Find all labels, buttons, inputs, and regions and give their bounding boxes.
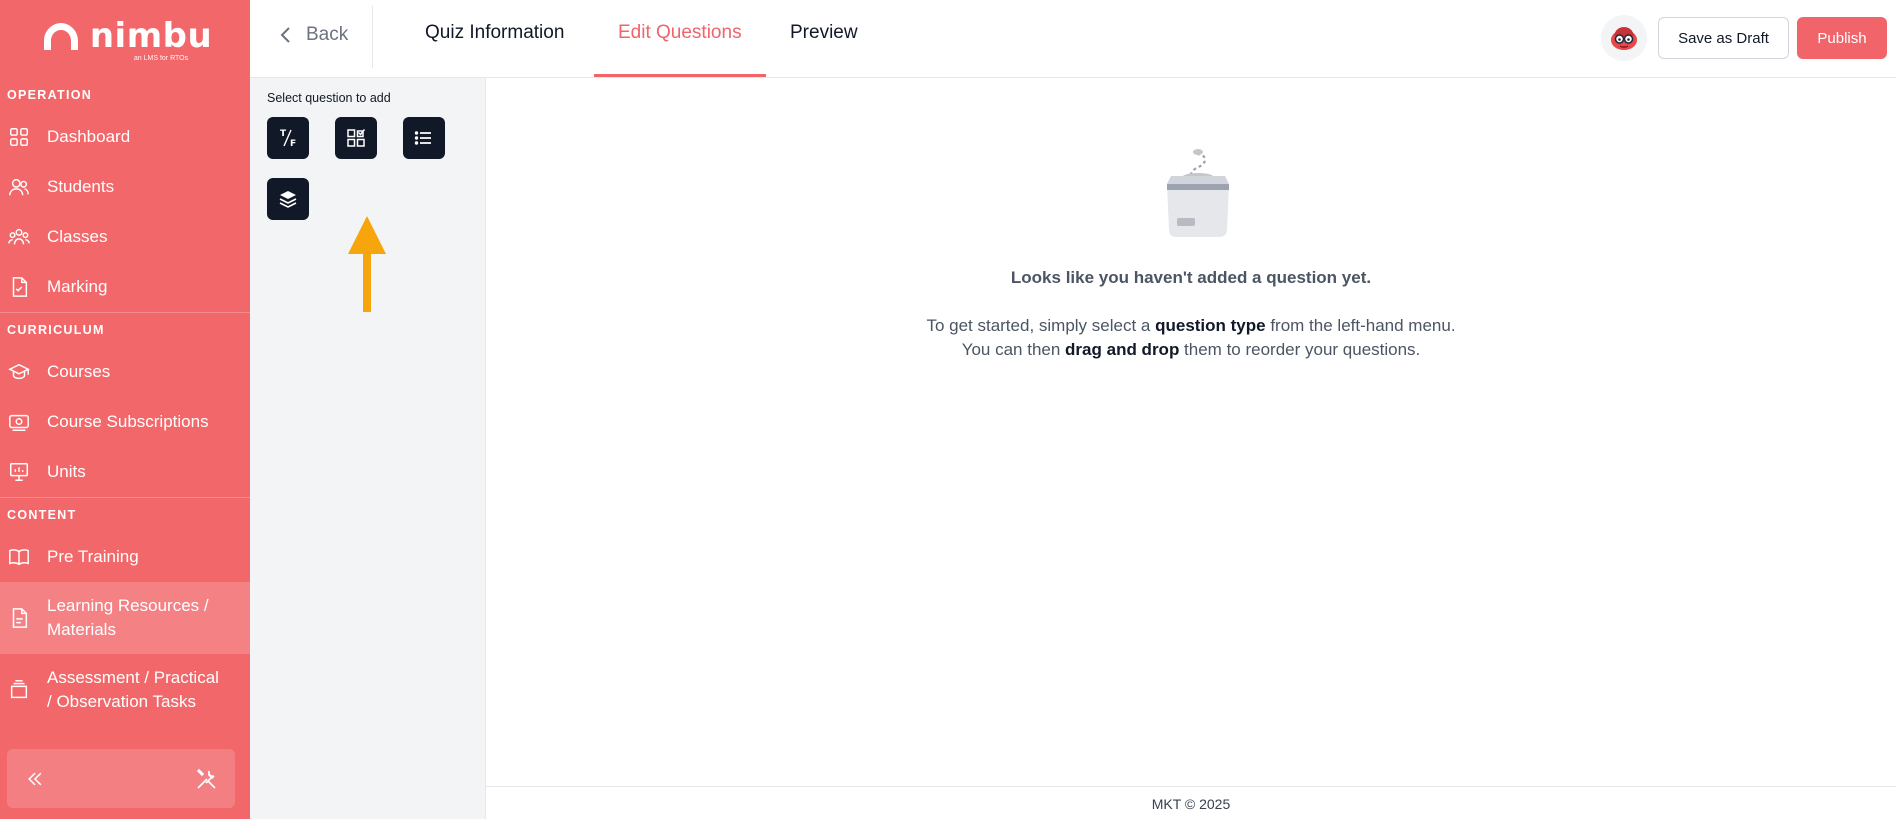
sidebar-item-courses[interactable]: Courses [0, 347, 250, 397]
sidebar-item-label: Assessment / Practical / Observation Tas… [47, 668, 219, 711]
empty-state-heading: Looks like you haven't added a question … [1010, 268, 1372, 287]
book-icon [9, 549, 29, 566]
tasks-icon [10, 680, 28, 699]
chevron-left-icon [280, 27, 290, 43]
sidebar-item-label: Courses [47, 362, 111, 381]
active-tab-indicator [594, 74, 766, 77]
sidebar-item-units[interactable]: Units [0, 447, 250, 497]
sidebar-item-classes[interactable]: Classes [0, 212, 250, 262]
sidebar-item-label: Students [47, 177, 115, 196]
brand-tagline: an LMS for RTOs [133, 54, 189, 62]
arrow-up-icon [348, 216, 386, 312]
sidebar-footer [7, 749, 235, 808]
stack-question-button[interactable] [267, 178, 309, 220]
page-footer: MKT © 2025 [486, 786, 1896, 819]
sidebar: nimbu an LMS for RTOs OPERATION Dashboar… [0, 0, 250, 819]
empty-text: You can then [961, 340, 1066, 359]
tab-edit-questions[interactable]: Edit Questions [618, 22, 742, 44]
true-false-icon: T F [280, 129, 296, 149]
empty-state-line-2: You can then drag and drop them to reord… [486, 340, 1896, 360]
user-avatar-icon [1611, 27, 1637, 50]
empty-state-line-1: To get started, simply select a question… [486, 316, 1896, 336]
empty-text-emphasis: question type [1155, 316, 1266, 335]
question-panel-title: Select question to add [267, 91, 391, 105]
sidebar-item-assessment-tasks[interactable]: Assessment / Practical / Observation Tas… [0, 654, 250, 726]
top-bar: Back Quiz Information Edit Questions Pre… [250, 0, 1896, 78]
empty-text-emphasis: drag and drop [1065, 340, 1180, 359]
svg-text:T: T [280, 129, 287, 139]
save-as-draft-button[interactable]: Save as Draft [1658, 17, 1789, 59]
question-type-panel: Select question to add T F [250, 78, 486, 819]
list-question-button[interactable] [403, 117, 445, 159]
multiple-choice-question-button[interactable] [335, 117, 377, 159]
double-chevron-left-icon[interactable] [25, 769, 45, 789]
section-label-operation: OPERATION [7, 88, 93, 102]
tools-icon[interactable] [195, 767, 219, 791]
dashboard-icon [10, 128, 28, 146]
sidebar-item-marking[interactable]: Marking [0, 262, 250, 312]
classes-icon [8, 228, 30, 245]
true-false-question-button[interactable]: T F [267, 117, 309, 159]
brand-logo[interactable]: nimbu an LMS for RTOs [0, 0, 250, 78]
brand-name: nimbu [89, 15, 213, 56]
sidebar-item-label: Dashboard [47, 127, 131, 146]
back-button[interactable]: Back [280, 24, 348, 46]
empty-box-icon [1167, 149, 1229, 237]
course-subscriptions-icon [9, 414, 29, 431]
avatar[interactable] [1601, 15, 1647, 61]
question-editor-area: Looks like you haven't added a question … [486, 78, 1896, 786]
layers-icon [279, 191, 297, 208]
list-icon [414, 131, 431, 145]
nimbu-cloud-icon [43, 22, 78, 51]
back-label: Back [306, 24, 349, 45]
empty-text: To get started, simply select a [926, 316, 1156, 335]
sidebar-item-pre-training[interactable]: Pre Training [0, 532, 250, 582]
sidebar-item-label: Units [47, 462, 86, 481]
courses-icon [8, 363, 30, 380]
publish-button[interactable]: Publish [1797, 17, 1887, 59]
svg-text:F: F [290, 139, 296, 149]
sidebar-item-dashboard[interactable]: Dashboard [0, 112, 250, 162]
multiple-choice-icon [347, 129, 366, 147]
sidebar-item-label: Marking [47, 277, 108, 296]
section-label-curriculum: CURRICULUM [7, 323, 105, 337]
students-icon [9, 178, 29, 196]
marking-icon [12, 277, 28, 297]
units-icon [10, 463, 28, 481]
sidebar-item-label: Course Subscriptions [47, 412, 209, 431]
empty-text: them to reorder your questions. [1179, 340, 1421, 359]
sidebar-item-label: Learning Resources / Materials [47, 596, 209, 639]
document-icon [12, 608, 28, 628]
copyright-text: MKT © 2025 [1151, 796, 1231, 812]
tab-preview[interactable]: Preview [790, 22, 858, 44]
header-divider [372, 6, 373, 68]
section-label-content: CONTENT [7, 508, 77, 522]
sidebar-item-students[interactable]: Students [0, 162, 250, 212]
sidebar-item-label: Classes [47, 227, 108, 246]
tab-quiz-information[interactable]: Quiz Information [425, 22, 564, 44]
sidebar-item-learning-resources[interactable]: Learning Resources / Materials [0, 582, 250, 654]
empty-text: from the left-hand menu. [1265, 316, 1456, 335]
sidebar-item-course-subscriptions[interactable]: Course Subscriptions [0, 397, 250, 447]
sidebar-item-label: Pre Training [47, 547, 139, 566]
